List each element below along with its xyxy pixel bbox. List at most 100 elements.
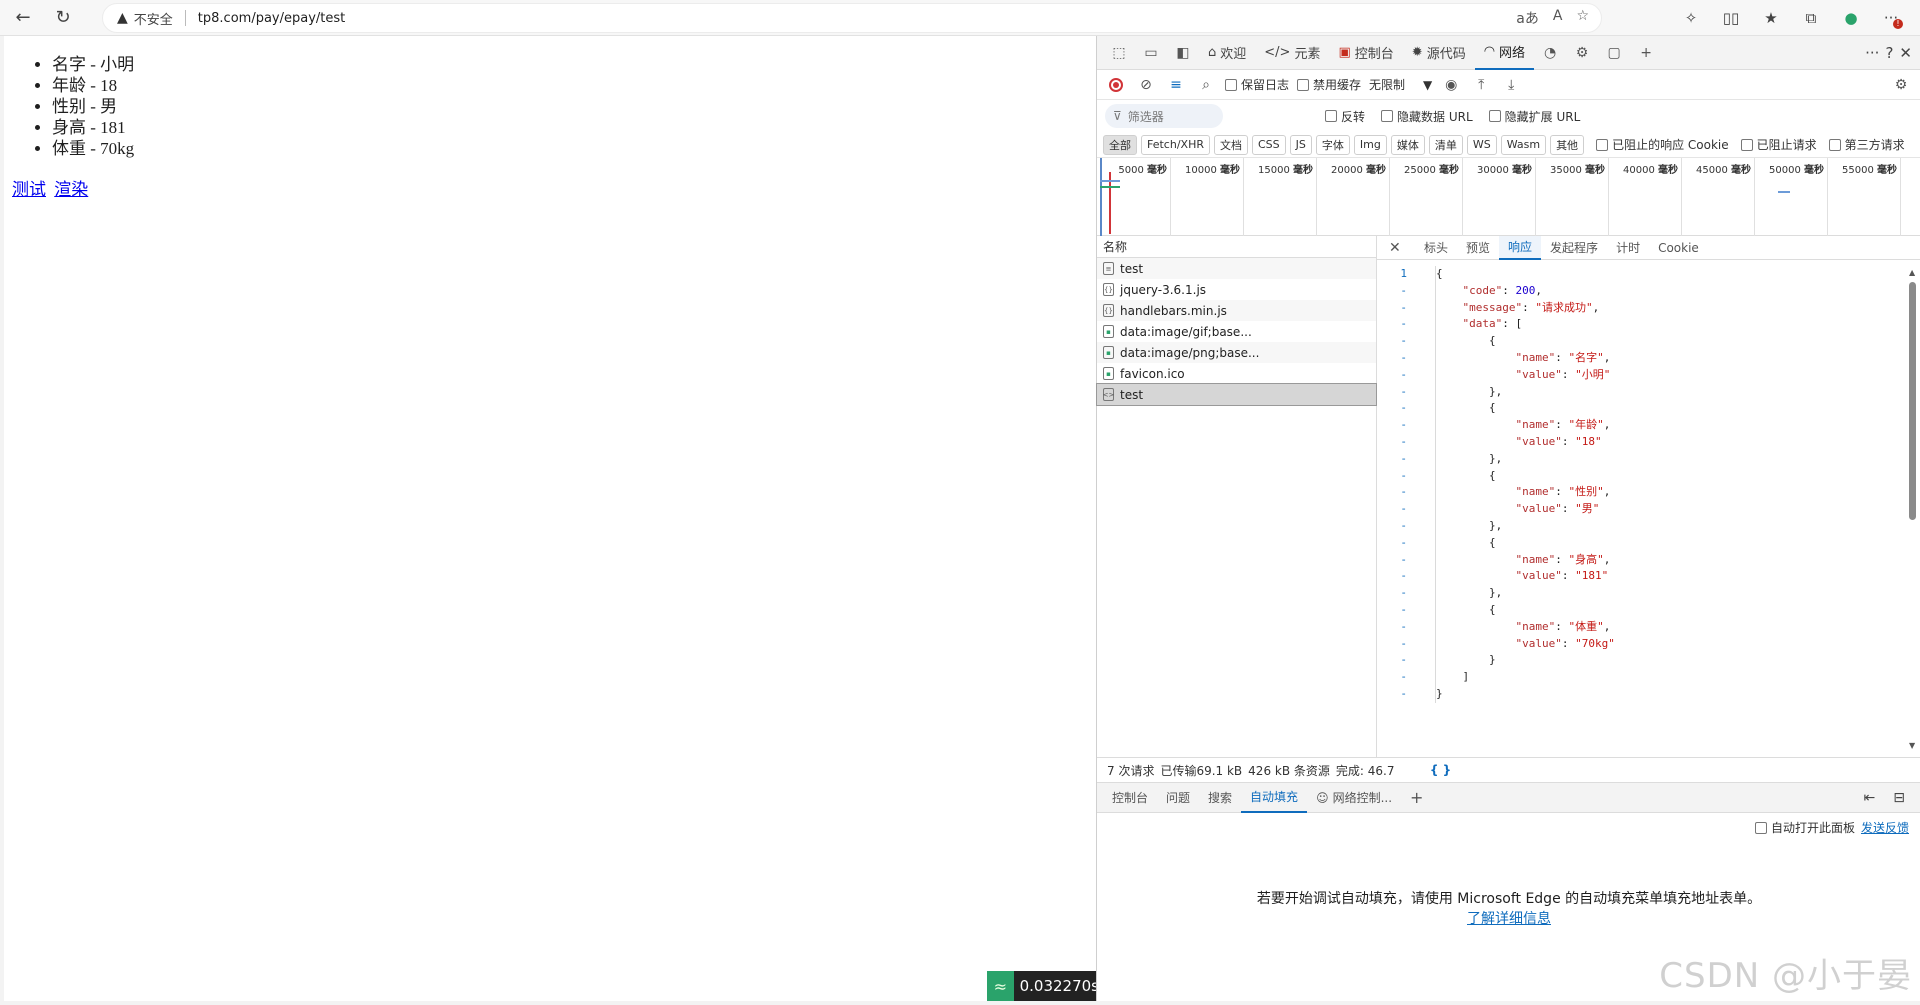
disable-cache-checkbox[interactable]: 禁用缓存 — [1297, 76, 1361, 93]
export-har-icon[interactable]: ⤓ — [1500, 74, 1522, 96]
device-emulation-icon[interactable]: ▭ — [1135, 39, 1167, 67]
hide-data-url-checkbox[interactable]: 隐藏数据 URL — [1381, 108, 1473, 125]
scroll-up-icon[interactable]: ▲ — [1909, 268, 1915, 277]
tab-preview[interactable]: 预览 — [1457, 236, 1499, 260]
type-filter-img[interactable]: Img — [1353, 134, 1387, 155]
tab-elements[interactable]: </> 元素 — [1255, 36, 1329, 70]
request-row-selected[interactable]: <> test — [1096, 383, 1377, 406]
type-filter-media[interactable]: 媒体 — [1390, 134, 1425, 155]
type-filter-font[interactable]: 字体 — [1315, 134, 1350, 155]
more-options-icon[interactable]: ··· — [1865, 44, 1879, 62]
add-drawer-tab-icon[interactable]: + — [1401, 783, 1432, 813]
auto-open-checkbox[interactable]: 自动打开此面板 — [1754, 819, 1855, 836]
code-line: "code": 200, — [1462, 283, 1543, 297]
request-row[interactable]: {} jquery-3.6.1.js — [1097, 279, 1376, 300]
scroll-down-icon[interactable]: ▼ — [1909, 741, 1915, 750]
more-menu-icon[interactable]: ···! — [1874, 3, 1908, 33]
network-settings-icon[interactable]: ⚙ — [1890, 74, 1912, 96]
filter-input[interactable]: ⊽ 筛选器 — [1105, 104, 1223, 128]
tab-welcome[interactable]: ⌂ 欢迎 — [1199, 36, 1255, 70]
search-icon[interactable]: ⌕ — [1195, 74, 1217, 96]
text-size-icon[interactable]: A — [1553, 8, 1563, 28]
performance-icon[interactable]: ◔ — [1534, 39, 1566, 67]
tab-network[interactable]: ◠ 网络 — [1474, 36, 1535, 70]
wechat-extension-icon[interactable]: ● — [1834, 3, 1868, 33]
pretty-print-button[interactable]: { } — [1430, 763, 1451, 777]
type-filter-wasm[interactable]: Wasm — [1500, 134, 1547, 155]
request-row[interactable]: ▪ favicon.ico — [1097, 363, 1376, 384]
type-filter-js[interactable]: JS — [1289, 134, 1312, 155]
add-tab-icon[interactable]: + — [1630, 39, 1662, 67]
favorites-icon[interactable]: ★ — [1754, 3, 1788, 33]
clear-icon[interactable]: ⊘ — [1135, 74, 1157, 96]
help-icon[interactable]: ? — [1885, 44, 1893, 62]
tab-headers[interactable]: 标头 — [1415, 236, 1457, 260]
request-row[interactable]: {} handlebars.min.js — [1097, 300, 1376, 321]
tick-label: 10000 毫秒 — [1185, 165, 1240, 176]
response-viewer[interactable]: 1 - - - - - - - - - - - - - - - - - - - - - - - - - { "code": 200… — [1377, 266, 1901, 746]
drawer-tabbar: 控制台 问题 搜索 自动填充 ☺ 网络控制... + ⇤ ⊟ — [1097, 783, 1920, 813]
throttle-select[interactable]: 无限制 ▼ — [1369, 76, 1432, 93]
favorite-star-icon[interactable]: ☆ — [1576, 8, 1589, 28]
send-feedback-link[interactable]: 发送反馈 — [1861, 819, 1909, 836]
name-column-header[interactable]: 名称 — [1097, 236, 1376, 258]
dock-drawer-icon[interactable]: ⇤ — [1864, 790, 1876, 806]
runtime-badge[interactable]: ≈ 0.032270s — [987, 971, 1099, 1001]
blocked-cookies-checkbox[interactable]: 已阻止的响应 Cookie — [1596, 136, 1729, 153]
record-icon[interactable] — [1105, 74, 1127, 96]
collections-icon[interactable]: ⧉ — [1794, 3, 1828, 33]
dock-sidebar-icon[interactable]: ◧ — [1167, 39, 1199, 67]
timeline-overview[interactable]: 5000 毫秒 10000 毫秒 15000 毫秒 20000 毫秒 25000 毫秒 3… — [1097, 158, 1920, 236]
third-party-checkbox[interactable]: 第三方请求 — [1828, 136, 1905, 153]
request-row[interactable]: ▪ data:image/gif;base... — [1097, 321, 1376, 342]
drawer-tab-search[interactable]: 搜索 — [1199, 783, 1241, 813]
refresh-icon[interactable]: ↻ — [46, 3, 80, 33]
close-drawer-icon[interactable]: ⊟ — [1893, 790, 1905, 806]
filter-icon[interactable]: ≡ — [1165, 74, 1187, 96]
network-conditions-icon[interactable]: ◉ — [1440, 74, 1462, 96]
drawer-tab-autofill[interactable]: 自动填充 — [1241, 783, 1308, 813]
learn-more-link[interactable]: 了解详细信息 — [1467, 911, 1551, 927]
url-text[interactable]: tp8.com/pay/epay/test — [198, 11, 345, 26]
invert-checkbox[interactable]: 反转 — [1325, 108, 1365, 125]
hide-extension-url-checkbox[interactable]: 隐藏扩展 URL — [1488, 108, 1580, 125]
drawer-tab-console[interactable]: 控制台 — [1103, 783, 1157, 813]
type-filter-css[interactable]: CSS — [1251, 134, 1286, 155]
import-har-icon[interactable]: ⤒ — [1470, 74, 1492, 96]
type-filter-other[interactable]: 其他 — [1550, 134, 1585, 155]
preserve-log-checkbox[interactable]: 保留日志 — [1225, 76, 1289, 93]
close-icon[interactable]: ✕ — [1899, 44, 1912, 62]
request-row[interactable]: ≡ test — [1097, 258, 1376, 279]
split-screen-icon[interactable]: ▯▯ — [1714, 3, 1748, 33]
type-filter-all[interactable]: 全部 — [1103, 134, 1137, 155]
drawer-tab-issues[interactable]: 问题 — [1157, 783, 1199, 813]
type-filter-ws[interactable]: WS — [1466, 134, 1497, 155]
type-filter-xhr[interactable]: Fetch/XHR — [1141, 134, 1210, 155]
warning-icon[interactable]: ▲ — [117, 10, 128, 26]
tab-console[interactable]: ▣ 控制台 — [1329, 36, 1402, 70]
back-icon[interactable]: ← — [6, 3, 40, 33]
tab-initiator[interactable]: 发起程序 — [1541, 236, 1607, 260]
tab-response[interactable]: 响应 — [1499, 235, 1542, 260]
render-link[interactable]: 渲染 — [54, 180, 88, 199]
tab-timing[interactable]: 计时 — [1607, 236, 1649, 260]
response-scrollbar[interactable]: ▲ ▼ — [1909, 268, 1917, 750]
application-icon[interactable]: ▢ — [1598, 39, 1630, 67]
request-name: test — [1120, 261, 1144, 276]
scrollbar-thumb[interactable] — [1909, 282, 1916, 520]
type-filter-doc[interactable]: 文档 — [1213, 134, 1248, 155]
inspect-icon[interactable]: ⬚ — [1103, 39, 1135, 67]
close-detail-icon[interactable]: ✕ — [1389, 240, 1415, 256]
request-row[interactable]: ▪ data:image/png;base... — [1097, 342, 1376, 363]
insecure-label[interactable]: 不安全 — [134, 9, 173, 28]
drawer-tab-network-conditions[interactable]: ☺ 网络控制... — [1307, 783, 1401, 813]
read-aloud-icon[interactable]: aあ — [1516, 8, 1539, 28]
tab-sources[interactable]: ✹ 源代码 — [1403, 36, 1475, 70]
type-filter-manifest[interactable]: 清单 — [1428, 134, 1463, 155]
blocked-requests-checkbox[interactable]: 已阻止请求 — [1740, 136, 1817, 153]
tab-cookies[interactable]: Cookie — [1649, 236, 1708, 260]
settings-gear-icon[interactable]: ⚙ — [1566, 39, 1598, 67]
extensions-icon[interactable]: ✧ — [1674, 3, 1708, 33]
test-link[interactable]: 测试 — [12, 180, 46, 199]
address-bar[interactable]: ▲ 不安全 tp8.com/pay/epay/test aあ A ☆ — [102, 3, 1602, 33]
